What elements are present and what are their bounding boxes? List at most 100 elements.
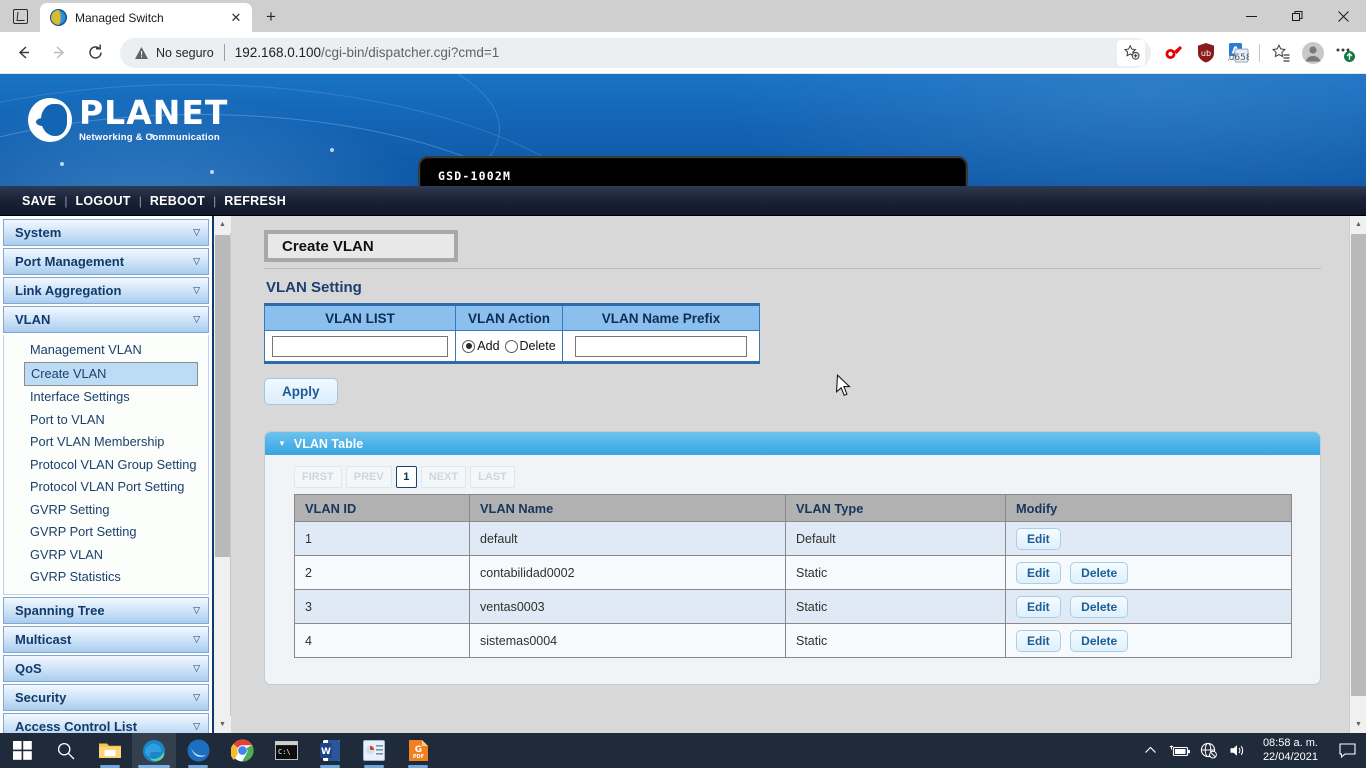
profile-icon[interactable] bbox=[1298, 38, 1328, 68]
chevron-down-icon[interactable]: ▼ bbox=[278, 439, 286, 448]
edit-button[interactable]: Edit bbox=[1016, 528, 1061, 550]
sidebar-item-gvrp-statistics[interactable]: GVRP Statistics bbox=[4, 566, 208, 589]
refresh-link[interactable]: REFRESH bbox=[224, 194, 286, 208]
sidebar-scrollbar[interactable]: ▲ ▼ bbox=[214, 216, 231, 733]
chevron-down-icon: ▽ bbox=[193, 634, 200, 645]
brand-name: PLANET bbox=[79, 96, 228, 129]
sidebar-group-multicast[interactable]: Multicast ▽ bbox=[3, 626, 209, 653]
sidebar-item-gvrp-vlan[interactable]: GVRP VLAN bbox=[4, 544, 208, 567]
sidebar-item-gvrp-setting[interactable]: GVRP Setting bbox=[4, 499, 208, 522]
content-scrollbar-thumb[interactable] bbox=[1351, 234, 1366, 696]
window-restore-button[interactable] bbox=[1274, 0, 1320, 32]
sidebar-group-vlan[interactable]: VLAN ▽ bbox=[3, 306, 209, 333]
tab-close-icon[interactable]: ✕ bbox=[226, 8, 246, 28]
save-link[interactable]: SAVE bbox=[22, 194, 56, 208]
logout-link[interactable]: LOGOUT bbox=[75, 194, 130, 208]
page-title-plate: Create VLAN bbox=[264, 230, 458, 262]
edit-button[interactable]: Edit bbox=[1016, 630, 1061, 652]
volume-icon[interactable] bbox=[1225, 733, 1251, 768]
new-tab-button[interactable]: + bbox=[257, 3, 285, 31]
start-icon[interactable] bbox=[0, 733, 44, 768]
delete-button[interactable]: Delete bbox=[1070, 630, 1128, 652]
sidebar-group-label: Multicast bbox=[15, 632, 71, 647]
apply-button[interactable]: Apply bbox=[264, 378, 338, 405]
sidebar-item-gvrp-port-setting[interactable]: GVRP Port Setting bbox=[4, 521, 208, 544]
column-header-vlan-id: VLAN ID bbox=[295, 495, 470, 522]
command-prompt-icon[interactable]: C:\ bbox=[264, 733, 308, 768]
sidebar-group-access-control-list[interactable]: Access Control List ▽ bbox=[3, 713, 209, 733]
edit-button[interactable]: Edit bbox=[1016, 562, 1061, 584]
browser-window: Managed Switch ✕ + bbox=[0, 0, 1366, 733]
scroll-down-icon[interactable]: ▼ bbox=[1350, 716, 1366, 733]
sidebar-group-label: Spanning Tree bbox=[15, 603, 105, 618]
forward-icon bbox=[42, 36, 76, 70]
table-header-row: VLAN LIST VLAN Action VLAN Name Prefix bbox=[265, 305, 760, 331]
sidebar-group-spanning-tree[interactable]: Spanning Tree ▽ bbox=[3, 597, 209, 624]
sidebar-group-system[interactable]: System ▽ bbox=[3, 219, 209, 246]
page-title: Create VLAN bbox=[282, 238, 374, 255]
ublock-shield-icon[interactable]: ub bbox=[1191, 38, 1221, 68]
chrome-icon[interactable] bbox=[220, 733, 264, 768]
radio-option-add[interactable]: Add bbox=[462, 339, 499, 353]
settings-more-icon[interactable] bbox=[1330, 38, 1360, 68]
chevron-down-icon: ▽ bbox=[193, 227, 200, 238]
battery-icon[interactable] bbox=[1167, 733, 1193, 768]
windows-taskbar: C:\ W G PDF bbox=[0, 733, 1366, 768]
content-scrollbar[interactable]: ▲ ▼ bbox=[1349, 216, 1366, 733]
network-offline-icon[interactable] bbox=[1196, 733, 1222, 768]
sidebar-group-qos[interactable]: QoS ▽ bbox=[3, 655, 209, 682]
window-minimize-button[interactable] bbox=[1228, 0, 1274, 32]
sidebar-item-port-to-vlan[interactable]: Port to VLAN bbox=[4, 409, 208, 432]
pagination-page-1-button[interactable]: 1 bbox=[396, 466, 417, 488]
sidebar-item-protocol-vlan-group-setting[interactable]: Protocol VLAN Group Setting bbox=[4, 454, 208, 477]
panel-body: FIRST PREV 1 NEXT LAST VLAN ID bbox=[265, 455, 1320, 684]
table-row: 1 default Default Edit bbox=[295, 522, 1292, 556]
radio-delete-icon[interactable] bbox=[505, 340, 518, 353]
collections-icon[interactable] bbox=[1159, 38, 1189, 68]
panel-header[interactable]: ▼ VLAN Table bbox=[265, 432, 1320, 455]
address-bar[interactable]: No seguro 192.168.0.100/cgi-bin/dispatch… bbox=[120, 38, 1151, 68]
reload-icon[interactable] bbox=[78, 36, 112, 70]
file-explorer-icon[interactable] bbox=[88, 733, 132, 768]
notification-icon[interactable] bbox=[1330, 733, 1364, 768]
sidebar-scrollbar-thumb[interactable] bbox=[215, 235, 230, 557]
scroll-down-icon[interactable]: ▼ bbox=[214, 716, 231, 733]
clock[interactable]: 08:58 a. m. 22/04/2021 bbox=[1254, 733, 1327, 768]
edge-icon[interactable] bbox=[132, 733, 176, 768]
star-plus-icon[interactable] bbox=[1117, 40, 1145, 66]
scroll-up-icon[interactable]: ▲ bbox=[1350, 216, 1366, 233]
back-icon[interactable] bbox=[6, 36, 40, 70]
radio-add-icon[interactable] bbox=[462, 340, 475, 353]
delete-button[interactable]: Delete bbox=[1070, 596, 1128, 618]
sidebar-group-link-aggregation[interactable]: Link Aggregation ▽ bbox=[3, 277, 209, 304]
content-frame: Create VLAN VLAN Setting VLAN LIST VLAN … bbox=[231, 216, 1366, 733]
pdf-icon[interactable]: G PDF bbox=[396, 733, 440, 768]
favorites-icon[interactable] bbox=[1266, 38, 1296, 68]
sidebar-item-management-vlan[interactable]: Management VLAN bbox=[4, 339, 208, 362]
sidebar-group-security[interactable]: Security ▽ bbox=[3, 684, 209, 711]
window-close-button[interactable] bbox=[1320, 0, 1366, 32]
delete-button[interactable]: Delete bbox=[1070, 562, 1128, 584]
scroll-up-icon[interactable]: ▲ bbox=[214, 216, 231, 233]
sidebar-item-interface-settings[interactable]: Interface Settings bbox=[4, 386, 208, 409]
sidebar-group-port-management[interactable]: Port Management ▽ bbox=[3, 248, 209, 275]
vlan-list-input[interactable] bbox=[272, 336, 448, 357]
jquery-app-icon[interactable] bbox=[176, 733, 220, 768]
show-hidden-icons-icon[interactable] bbox=[1138, 733, 1164, 768]
sidebar-item-port-vlan-membership[interactable]: Port VLAN Membership bbox=[4, 431, 208, 454]
cell-vlan-id: 2 bbox=[295, 556, 470, 590]
reboot-link[interactable]: REBOOT bbox=[150, 194, 205, 208]
search-icon[interactable] bbox=[44, 733, 88, 768]
chevron-down-icon: ▽ bbox=[193, 692, 200, 703]
edit-button[interactable]: Edit bbox=[1016, 596, 1061, 618]
column-header-modify: Modify bbox=[1006, 495, 1292, 522]
sidebar-item-create-vlan[interactable]: Create VLAN bbox=[24, 362, 198, 387]
translate-icon[interactable]: A \u6587 bbox=[1223, 38, 1253, 68]
browser-tab[interactable]: Managed Switch ✕ bbox=[40, 3, 252, 32]
powerpoint-icon[interactable] bbox=[352, 733, 396, 768]
sidebar-item-protocol-vlan-port-setting[interactable]: Protocol VLAN Port Setting bbox=[4, 476, 208, 499]
vlan-name-prefix-input[interactable] bbox=[575, 336, 747, 357]
pagination-next-button: NEXT bbox=[421, 466, 466, 488]
radio-option-delete[interactable]: Delete bbox=[505, 339, 556, 353]
word-icon[interactable]: W bbox=[308, 733, 352, 768]
